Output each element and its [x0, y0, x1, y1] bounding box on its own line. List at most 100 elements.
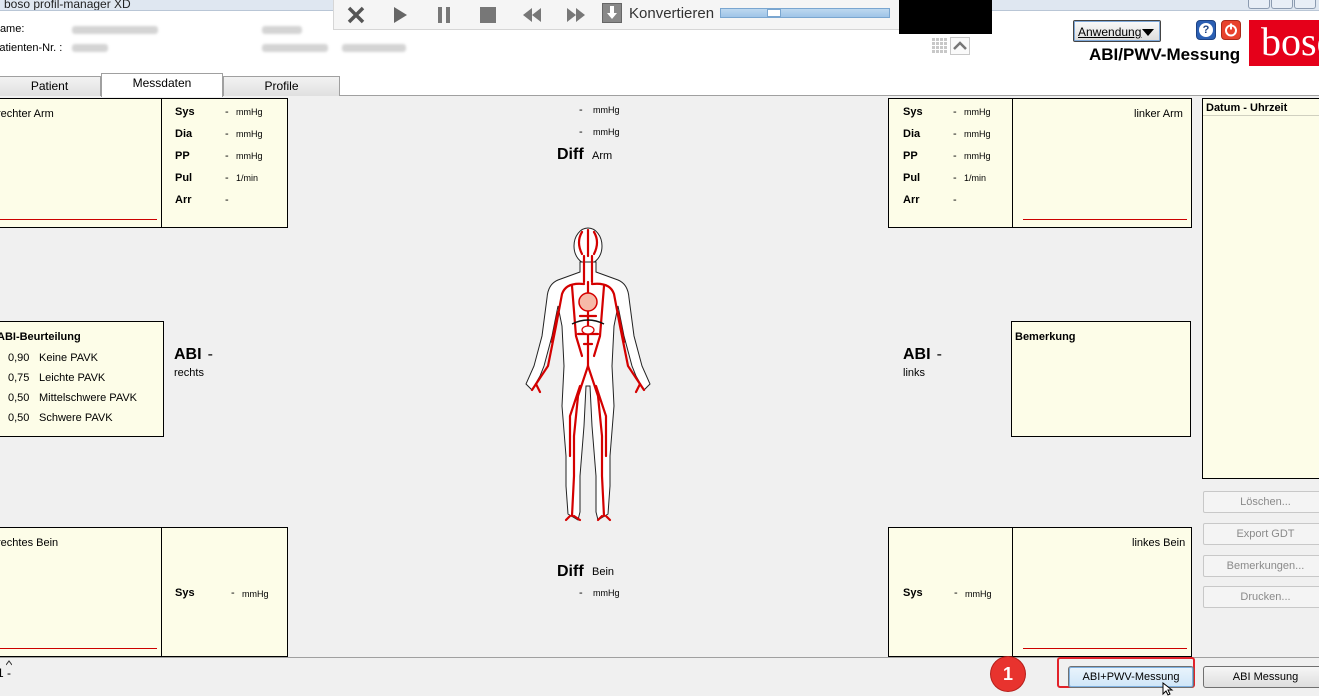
left-leg-panel: linkes Bein Sys - mmHg	[888, 527, 1192, 657]
redacted-field	[262, 44, 328, 52]
abi-right-sub: rechts	[174, 367, 204, 379]
abi-rating-value: 0,75	[8, 372, 30, 384]
history-header-label: Datum - Uhrzeit	[1206, 102, 1288, 114]
diff-arm-sys-unit: mmHg	[593, 105, 620, 115]
abi-rating-value: 0,50	[8, 412, 30, 424]
export-gdt-button[interactable]: Export GDT	[1203, 523, 1319, 545]
corner-indicator: 1 -	[0, 666, 12, 680]
abi-left-sub: links	[903, 367, 926, 379]
dropdown-arrow-icon	[1142, 29, 1154, 36]
power-icon	[1225, 23, 1237, 37]
diff-arm-dia-value: -	[579, 126, 583, 138]
abi-rating-panel: ABI-Beurteilung 0,90 Keine PAVK 0,75 Lei…	[0, 321, 164, 437]
redacted-name	[72, 26, 158, 34]
tab-patient[interactable]: Patient	[0, 76, 101, 96]
diff-leg-unit: mmHg	[593, 588, 620, 598]
redacted-block	[899, 0, 992, 34]
right-leg-sys-value: -	[231, 587, 235, 599]
left-leg-sys-value: -	[954, 587, 958, 599]
play-button[interactable]	[380, 0, 420, 29]
right-leg-panel: rechtes Bein Sys - mmHg	[0, 527, 288, 657]
close-icon	[347, 6, 365, 23]
panel-divider	[161, 99, 162, 227]
left-arm-panel: linker Arm Sys - mmHg Dia - mmHg PP - mmHg Pul…	[888, 98, 1192, 228]
collapse-toolbar-button[interactable]	[950, 37, 970, 55]
redacted-field	[262, 26, 302, 34]
convert-button[interactable]	[602, 3, 622, 23]
body-artery-diagram	[525, 227, 651, 522]
application-dropdown-label: Anwendung	[1078, 25, 1142, 39]
abi-rating-title: ABI-Beurteilung	[0, 331, 81, 343]
mouse-cursor-icon	[1162, 682, 1174, 696]
diff-leg-label: Diff	[557, 563, 584, 580]
delete-button[interactable]: Löschen...	[1203, 491, 1319, 513]
pause-icon	[438, 6, 450, 23]
diff-arm-sub: Arm	[592, 150, 613, 162]
right-leg-graph-line	[0, 648, 157, 649]
left-leg-sys-label: Sys	[903, 587, 923, 599]
measurement-history-list[interactable]: Datum - Uhrzeit	[1202, 98, 1319, 479]
help-icon: ?	[1199, 23, 1213, 37]
panel-divider	[1012, 99, 1013, 227]
abi-rating-text: Leichte PAVK	[39, 372, 106, 384]
right-arm-title: rechter Arm	[0, 108, 54, 120]
redacted-field	[342, 44, 406, 52]
left-leg-sys-unit: mmHg	[965, 589, 992, 599]
logo-text: boso	[1261, 20, 1319, 64]
remark-panel[interactable]: Bemerkung	[1011, 321, 1191, 437]
expand-icon[interactable]	[6, 660, 12, 666]
abi-measurement-button[interactable]: ABI Messung	[1203, 666, 1319, 688]
right-leg-sys-label: Sys	[175, 587, 195, 599]
window-title: boso profil-manager XD	[4, 0, 131, 11]
help-button[interactable]: ?	[1196, 20, 1216, 40]
redacted-patient-nr	[72, 44, 108, 52]
abi-left-value: ABI -	[903, 346, 942, 363]
stop-icon	[480, 6, 496, 23]
rewind-icon	[523, 7, 541, 22]
stop-x-button[interactable]	[336, 0, 376, 29]
remark-title: Bemerkung	[1015, 331, 1076, 343]
abi-rating-text: Mittelschwere PAVK	[39, 392, 138, 404]
chevron-up-icon	[953, 41, 967, 50]
exit-button[interactable]	[1221, 20, 1241, 40]
tab-profile[interactable]: Profile	[223, 76, 340, 96]
right-leg-sys-unit: mmHg	[242, 589, 269, 599]
abi-right-value: ABI -	[174, 346, 213, 363]
left-arm-title: linker Arm	[1134, 108, 1183, 120]
rewind-button[interactable]	[512, 0, 552, 29]
diff-arm-sys-value: -	[579, 104, 583, 116]
name-label: Name:	[0, 23, 25, 35]
download-arrow-icon	[607, 6, 617, 19]
tab-messdaten[interactable]: Messdaten	[101, 73, 223, 97]
application-dropdown[interactable]: Anwendung	[1073, 20, 1161, 42]
stop-button[interactable]	[468, 0, 508, 29]
abi-rating-text: Keine PAVK	[39, 352, 98, 364]
history-header: Datum - Uhrzeit	[1203, 99, 1319, 116]
pause-button[interactable]	[424, 0, 464, 29]
forward-button[interactable]	[556, 0, 596, 29]
remarks-button[interactable]: Bemerkungen...	[1203, 555, 1319, 577]
minimize-button[interactable]	[1248, 0, 1270, 9]
grid-icon[interactable]	[932, 38, 948, 54]
diff-leg-value: -	[579, 587, 583, 599]
abi-rating-value: 0,50	[8, 392, 30, 404]
diff-arm-dia-unit: mmHg	[593, 127, 620, 137]
convert-progress-slider[interactable]	[720, 8, 890, 18]
diff-arm-label: Diff	[557, 146, 584, 163]
page-title: ABI/PWV-Messung	[1089, 45, 1241, 64]
right-leg-title: rechtes Bein	[0, 537, 59, 549]
convert-label: Konvertieren	[629, 5, 715, 22]
abi-rating-value: 0,90	[8, 352, 30, 364]
restore-button[interactable]	[1271, 0, 1293, 9]
left-leg-title: linkes Bein	[1132, 537, 1186, 549]
patient-nr-label: Patienten-Nr. :	[0, 42, 63, 54]
panel-divider	[1012, 528, 1013, 656]
abi-rating-text: Schwere PAVK	[39, 412, 113, 424]
abi-pwv-measurement-button[interactable]: ABI+PWV-Messung	[1068, 666, 1194, 688]
left-arm-graph-line	[1023, 219, 1187, 220]
tab-bar: Patient Messdaten Profile	[0, 70, 1319, 97]
play-icon	[394, 6, 407, 23]
progress-thumb[interactable]	[767, 9, 781, 17]
print-button[interactable]: Drucken...	[1203, 586, 1319, 608]
close-window-button[interactable]	[1294, 0, 1316, 9]
